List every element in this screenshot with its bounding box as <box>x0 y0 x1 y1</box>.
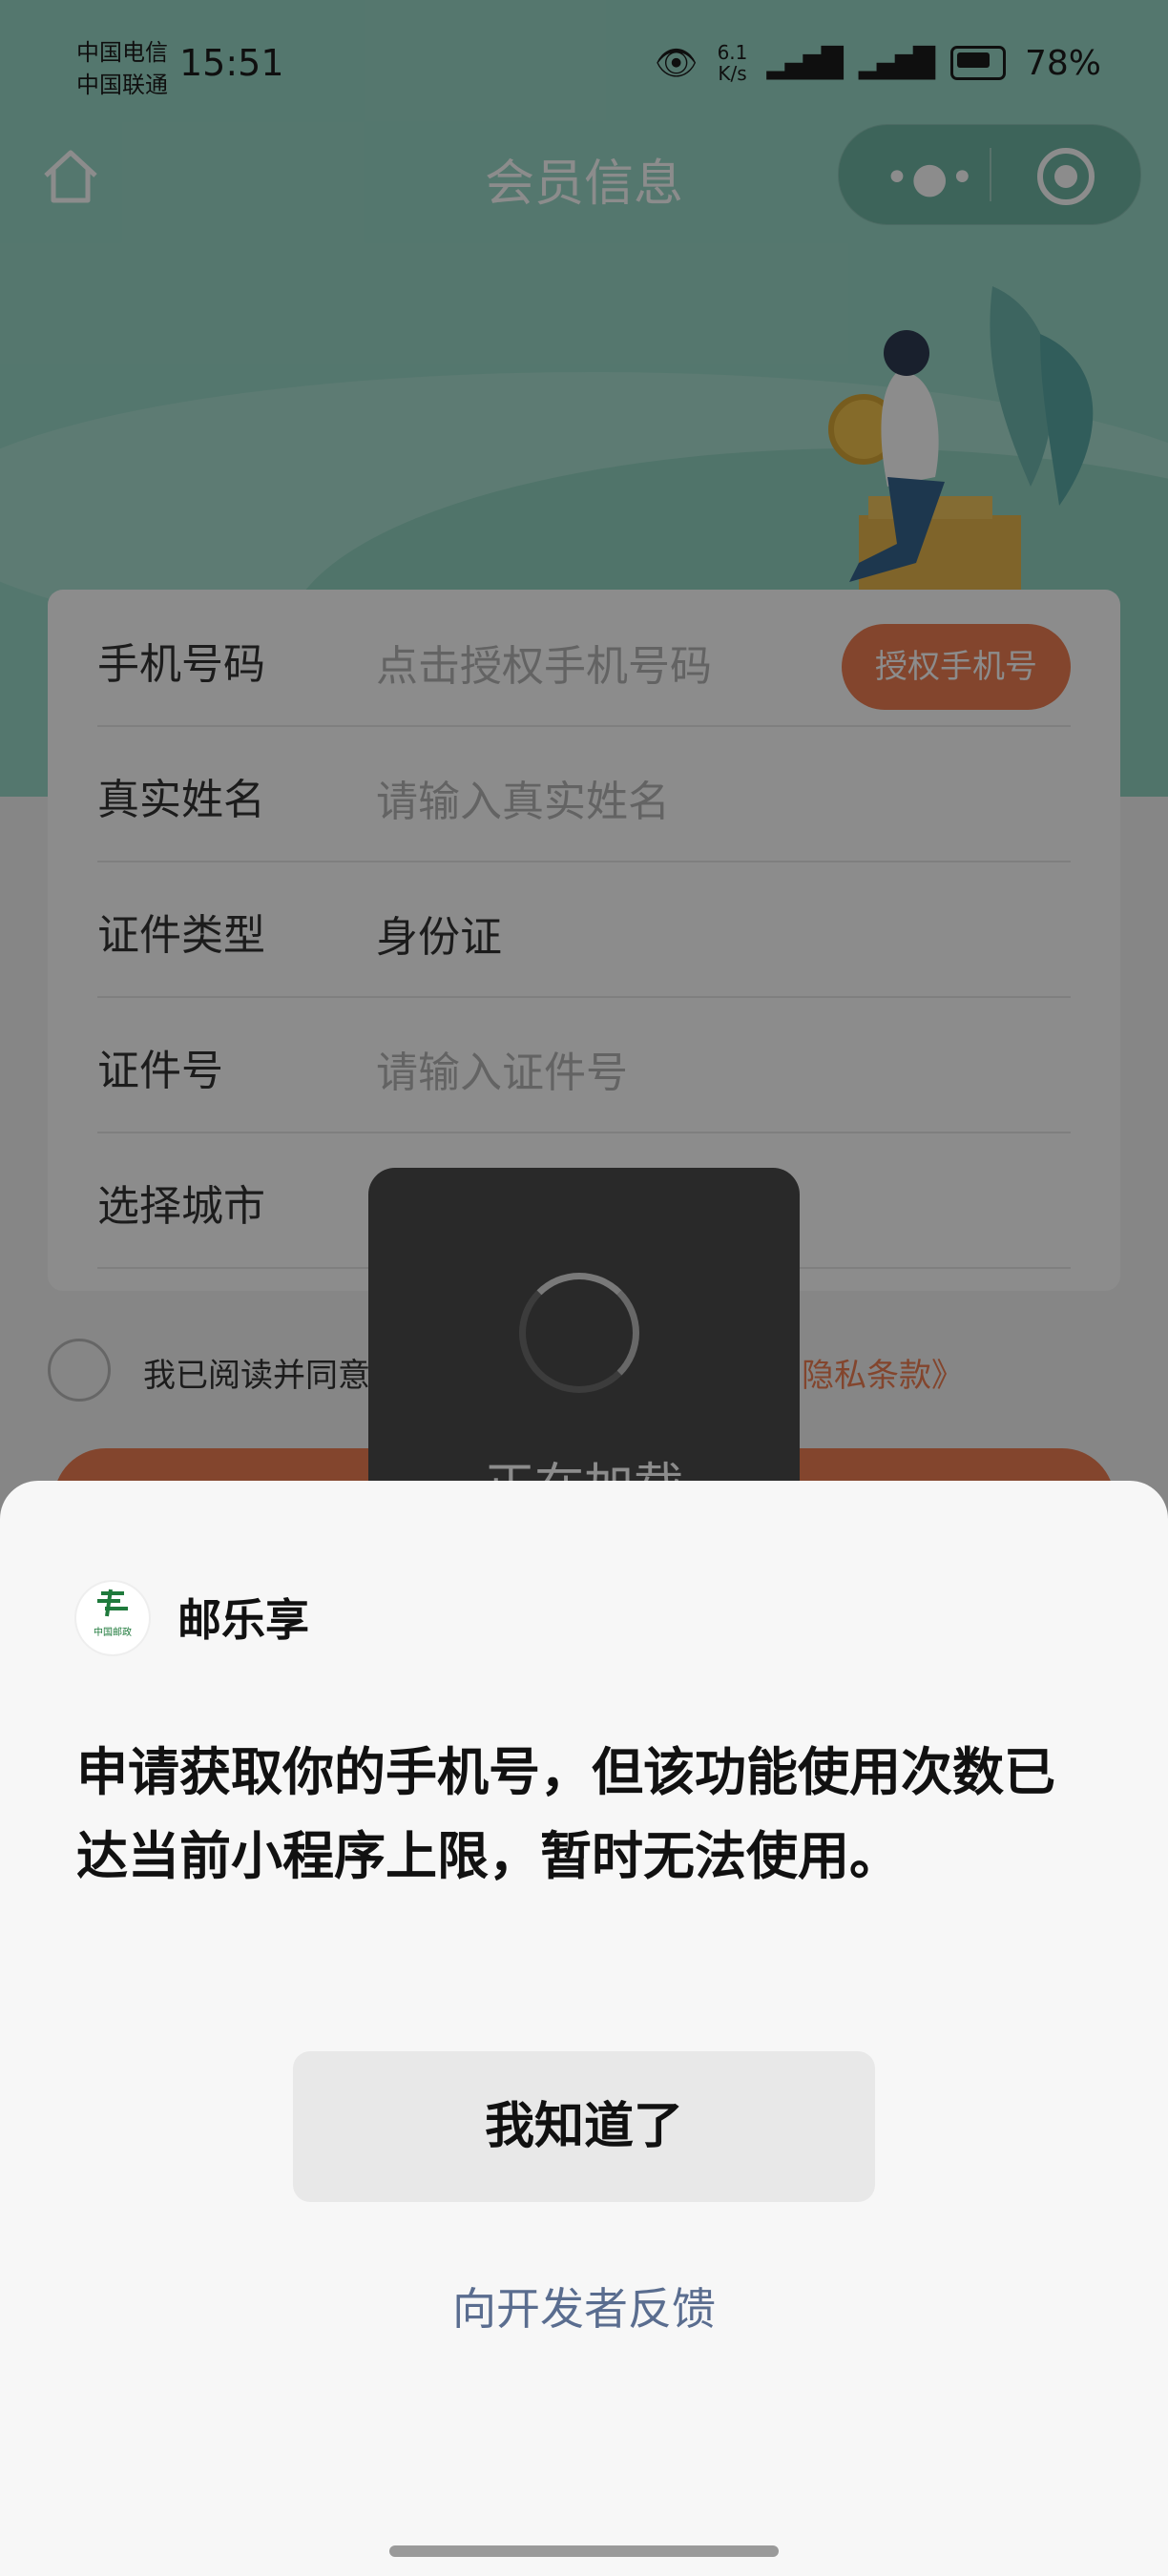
china-post-emblem-icon <box>97 1589 128 1617</box>
china-post-logo: 中国邮政 <box>76 1582 149 1654</box>
phone-permission-sheet: 中国邮政 邮乐享 申请获取你的手机号，但该功能使用次数已达当前小程序上限，暂时无… <box>0 1481 1168 2576</box>
app-name: 邮乐享 <box>177 1594 309 1646</box>
acknowledge-button[interactable]: 我知道了 <box>293 2051 875 2202</box>
feedback-link[interactable]: 向开发者反馈 <box>0 2275 1168 2337</box>
home-indicator[interactable] <box>389 2545 779 2557</box>
logo-text: 中国邮政 <box>94 1628 132 1638</box>
permission-message: 申请获取你的手机号，但该功能使用次数已达当前小程序上限，暂时无法使用。 <box>76 1742 1055 1886</box>
